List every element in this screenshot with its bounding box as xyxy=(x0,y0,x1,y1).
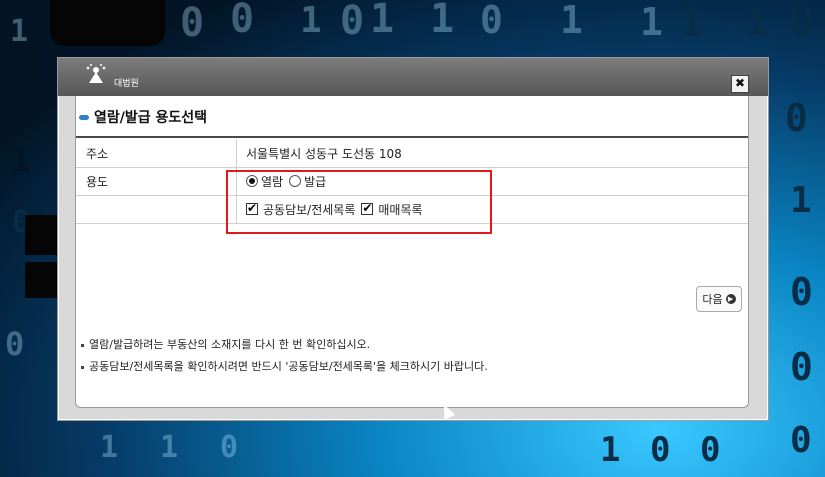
dialog-content-panel: 열람/발급 용도선택 주소 서울특별시 성동구 도선동 108 용도 열람 발급… xyxy=(75,96,749,408)
list-item: 공동담보/전세목록을 확인하시려면 반드시 '공동담보/전세목록'을 체크하시기… xyxy=(81,358,488,374)
purpose-label: 용도 xyxy=(86,174,109,189)
options-label-empty xyxy=(76,195,236,223)
bullet-icon xyxy=(81,365,84,369)
highlight-box xyxy=(226,170,492,234)
dialog-heading: 열람/발급 용도선택 xyxy=(79,107,207,127)
bullet-icon xyxy=(81,343,84,347)
column-divider xyxy=(236,139,237,167)
heading-divider xyxy=(76,136,748,138)
next-button-label: 다음 xyxy=(702,293,723,306)
notes-list: 열람/발급하려는 부동산의 소재지를 다시 한 번 확인하십시오. 공동담보/전… xyxy=(81,336,488,380)
purpose-select-dialog: 대법원 ✖ 열람/발급 용도선택 주소 서울특별시 성동구 도선동 108 용도… xyxy=(57,57,769,421)
arrow-right-icon: ▶ xyxy=(725,294,736,304)
page-title: 열람/발급 용도선택 xyxy=(94,110,208,126)
next-button[interactable]: 다음 ▶ xyxy=(696,286,742,312)
brand-label: 대법원 xyxy=(114,79,139,89)
address-label: 주소 xyxy=(86,146,109,161)
note-text: 공동담보/전세목록을 확인하시려면 반드시 '공동담보/전세목록'을 체크하시기… xyxy=(89,360,488,373)
left-dark-block xyxy=(25,262,60,298)
note-text: 열람/발급하려는 부동산의 소재지를 다시 한 번 확인하십시오. xyxy=(89,338,371,351)
dialog-titlebar: 대법원 ✖ xyxy=(58,58,768,96)
top-dark-tab xyxy=(50,0,165,46)
heading-marker-icon xyxy=(79,114,89,120)
left-dark-block xyxy=(25,215,60,255)
close-button[interactable]: ✖ xyxy=(731,75,749,93)
address-value: 서울특별시 성동구 도선동 108 xyxy=(246,146,402,161)
table-row-address: 주소 서울특별시 성동구 도선동 108 xyxy=(76,139,748,168)
list-item: 열람/발급하려는 부동산의 소재지를 다시 한 번 확인하십시오. xyxy=(81,336,488,352)
court-logo-icon xyxy=(86,64,106,83)
